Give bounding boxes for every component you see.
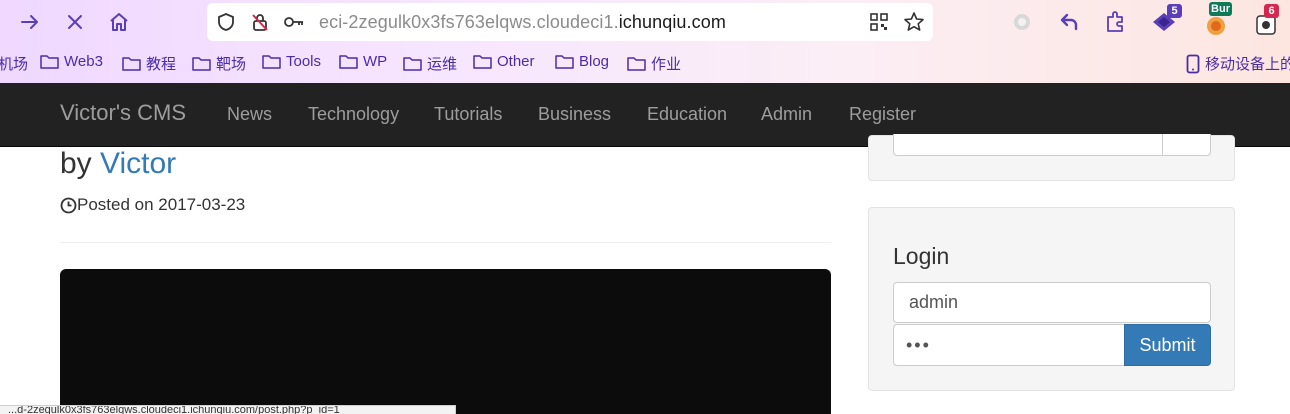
posted-date-value: 2017-03-23 [158,195,246,214]
browser-chrome: eci-2zegulk0x3fs763elqws.cloudeci1.ichun… [0,0,1290,83]
nav-news[interactable]: News [227,104,272,125]
insecure-lock-icon[interactable] [249,11,271,33]
puzzle-extension-icon[interactable] [1008,8,1036,36]
nav-register[interactable]: Register [849,104,916,125]
search-widget [868,134,1235,181]
post-date: Posted on 2017-03-23 [60,195,245,215]
folder-icon [339,55,358,69]
forward-icon[interactable] [17,9,43,35]
stop-icon[interactable] [62,9,88,35]
undo-icon[interactable] [1054,8,1082,36]
status-bar: ...d-2zegulk0x3fs763elqws.cloudeci1.ichu… [0,405,456,414]
bookmark-folder[interactable]: Blog [555,53,609,70]
folder-icon [40,55,59,69]
url-bar[interactable]: eci-2zegulk0x3fs763elqws.cloudeci1.ichun… [207,3,933,41]
bookmark-item[interactable]: 机场 [0,53,28,74]
url-text[interactable]: eci-2zegulk0x3fs763elqws.cloudeci1.ichun… [319,12,726,33]
bookmark-star-icon[interactable] [903,11,925,33]
folder-icon [403,57,422,71]
bookmark-folder[interactable]: 靶场 [192,53,246,74]
browser-toolbar: eci-2zegulk0x3fs763elqws.cloudeci1.ichun… [0,0,1290,44]
bookmark-folder[interactable]: 作业 [627,53,681,74]
nav-tutorials[interactable]: Tutorials [434,104,502,125]
burp-badge: Bur [1209,2,1232,16]
search-button[interactable] [1162,134,1211,156]
folder-icon [122,57,141,71]
folder-icon [473,55,492,69]
burp-extension-icon[interactable]: Bur [1202,2,1232,36]
login-widget: Login admin ••• Submit [868,207,1235,391]
bookmarks-bar: 机场 Web3 教程 靶场 Tools WP 运维 Other Blog 作业 … [0,50,1290,78]
hackbar-badge: 5 [1167,4,1182,18]
bookmark-folder[interactable]: WP [339,53,387,70]
qr-code-icon[interactable] [868,11,890,33]
bookmark-folder[interactable]: Other [473,53,535,70]
nav-admin[interactable]: Admin [761,104,812,125]
username-input[interactable]: admin [893,282,1211,323]
key-icon[interactable] [283,11,305,33]
post-byline: by Victor [60,147,176,181]
clock-icon [60,197,77,213]
post-image [60,269,831,414]
byline-prefix: by [60,147,92,180]
folder-icon [262,55,281,69]
folder-icon [192,57,211,71]
bookmark-folder[interactable]: 教程 [122,53,176,74]
author-link[interactable]: Victor [100,147,176,180]
nav-technology[interactable]: Technology [308,104,399,125]
mobile-device-icon [1186,54,1200,73]
password-input[interactable]: ••• [893,324,1125,366]
extensions-icon[interactable] [1102,8,1130,36]
posted-prefix: Posted on [77,195,154,214]
submit-button[interactable]: Submit [1124,324,1211,366]
search-input[interactable] [893,134,1163,156]
ublock-extension-icon[interactable]: 6 [1253,4,1281,36]
post-divider [60,242,831,243]
ublock-badge: 6 [1264,4,1279,18]
bookmark-folder[interactable]: Tools [262,53,321,70]
nav-business[interactable]: Business [538,104,611,125]
nav-education[interactable]: Education [647,104,727,125]
login-title: Login [893,243,950,269]
shield-icon[interactable] [215,11,237,33]
bookmark-folder[interactable]: 运维 [403,53,457,74]
folder-icon [627,57,646,71]
folder-icon [555,55,574,69]
site-brand[interactable]: Victor's CMS [60,100,186,126]
home-icon[interactable] [106,9,132,35]
hackbar-extension-icon[interactable]: 5 [1150,4,1182,36]
bookmark-folder[interactable]: Web3 [40,53,103,70]
mobile-bookmarks[interactable]: 移动设备上的 [1186,53,1290,74]
